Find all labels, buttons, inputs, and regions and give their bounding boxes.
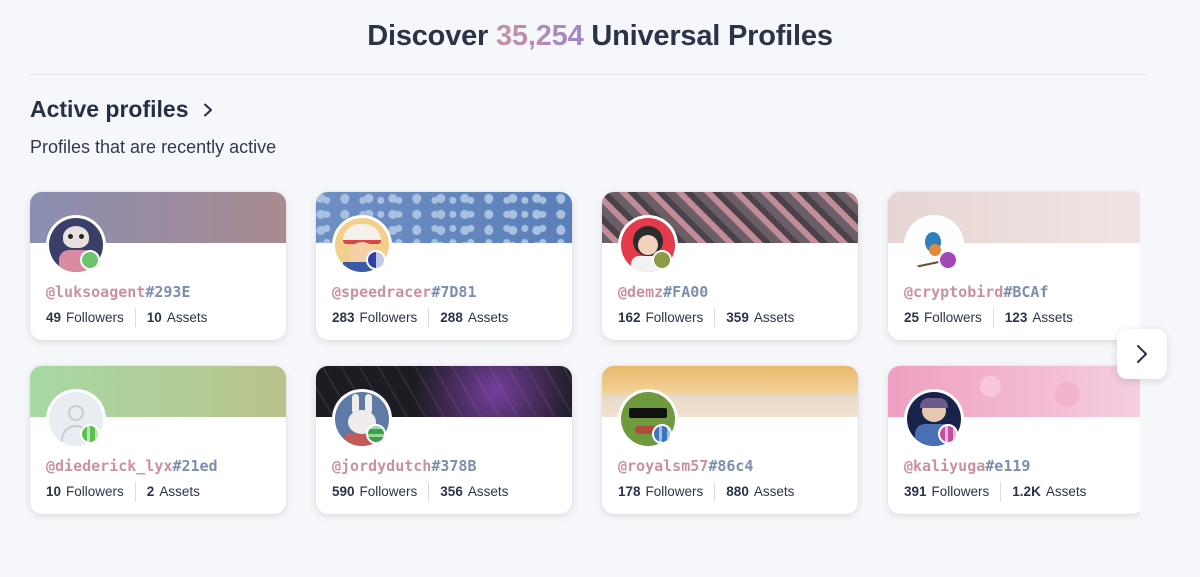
profile-handle[interactable]: @speedracer#7D81: [332, 283, 477, 301]
profile-card[interactable]: @luksoagent#293E 49 Followers 10 Assets: [30, 192, 286, 340]
identicon-icon: [652, 424, 672, 444]
profile-card[interactable]: @speedracer#7D81 283 Followers 288 Assets: [316, 192, 572, 340]
profile-handle[interactable]: @jordydutch#378B: [332, 457, 477, 475]
profile-card[interactable]: @cryptobird#BCAf 25 Followers 123 Assets: [888, 192, 1140, 340]
page-title: Discover 35,254 Universal Profiles: [0, 20, 1200, 53]
profile-card[interactable]: @royalsm57#86c4 178 Followers 880 Assets: [602, 366, 858, 514]
profile-handle[interactable]: @diederick_lyx#21ed: [46, 457, 218, 475]
profile-stats: 49 Followers 10 Assets: [46, 308, 208, 327]
chevron-right-icon: [203, 103, 212, 116]
profile-stats: 25 Followers 123 Assets: [904, 308, 1073, 327]
profile-stats: 178 Followers 880 Assets: [618, 482, 795, 501]
profile-stats: 162 Followers 359 Assets: [618, 308, 795, 327]
profile-card[interactable]: @kaliyuga#e119 391 Followers 1.2K Assets: [888, 366, 1140, 514]
active-profiles-link[interactable]: Active profiles: [30, 96, 215, 123]
profile-handle[interactable]: @kaliyuga#e119: [904, 457, 1030, 475]
identicon-icon: [80, 424, 100, 444]
section-subtitle: Profiles that are recently active: [30, 137, 277, 157]
title-prefix: Discover: [367, 20, 489, 52]
identicon-icon: [366, 250, 386, 270]
profile-card[interactable]: @diederick_lyx#21ed 10 Followers 2 Assets: [30, 366, 286, 514]
profile-count: 35,254: [496, 20, 584, 52]
title-suffix: Universal Profiles: [591, 20, 833, 52]
identicon-icon: [938, 250, 958, 270]
identicon-icon: [938, 424, 958, 444]
profile-card[interactable]: @jordydutch#378B 590 Followers 356 Assets: [316, 366, 572, 514]
chevron-right-icon: [1137, 345, 1147, 363]
identicon-icon: [652, 250, 672, 270]
profile-handle[interactable]: @luksoagent#293E: [46, 283, 191, 301]
profile-stats: 10 Followers 2 Assets: [46, 482, 200, 501]
profile-stats: 391 Followers 1.2K Assets: [904, 482, 1087, 501]
profiles-carousel: @luksoagent#293E 49 Followers 10 Assets @s…: [0, 180, 1140, 540]
header-divider: [30, 74, 1146, 75]
profile-stats: 590 Followers 356 Assets: [332, 482, 509, 501]
profile-handle[interactable]: @cryptobird#BCAf: [904, 283, 1049, 301]
profile-stats: 283 Followers 288 Assets: [332, 308, 509, 327]
profile-handle[interactable]: @demz#FA00: [618, 283, 708, 301]
profile-handle[interactable]: @royalsm57#86c4: [618, 457, 753, 475]
identicon-icon: [80, 250, 100, 270]
identicon-icon: [366, 424, 386, 444]
carousel-next-button[interactable]: [1117, 329, 1167, 379]
section-title: Active profiles: [30, 96, 189, 122]
profile-card[interactable]: @demz#FA00 162 Followers 359 Assets: [602, 192, 858, 340]
